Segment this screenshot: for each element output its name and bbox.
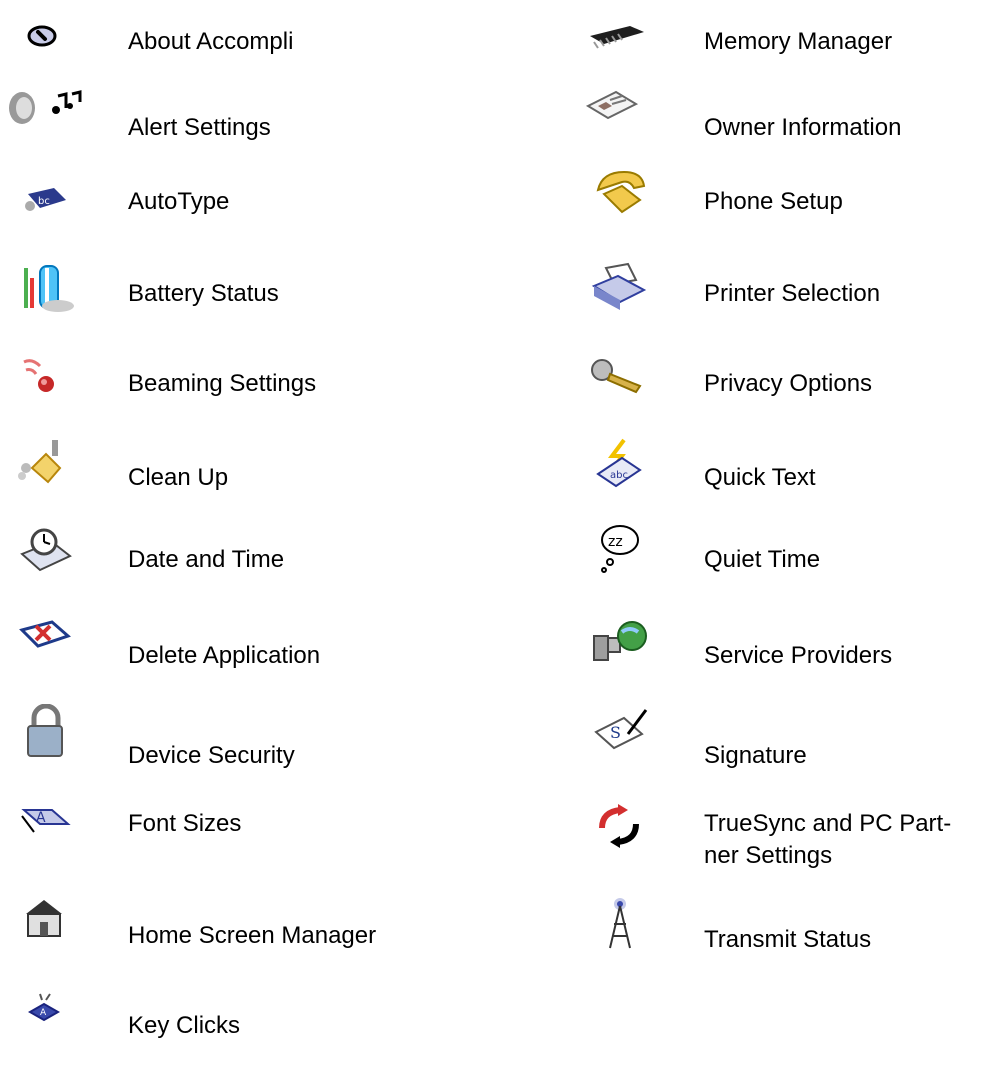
label-clean-up: Clean Up [128,464,229,491]
sync-arrows-icon [576,802,666,862]
svg-text:zz: zz [608,534,623,550]
label-truesync-settings: TrueSync and PC Part- ner Settings [704,810,952,869]
label-owner-information: Owner Information [704,114,902,141]
label-alert-settings: Alert Settings [128,114,271,141]
label-transmit-status: Transmit Status [704,926,872,953]
keys-icon [576,352,666,412]
font-size-icon: A [0,806,90,866]
svg-text:abc: abc [610,470,628,481]
svg-text:A: A [36,810,46,826]
label-about-accompli: About Accompli [128,28,294,55]
label-quick-text: Quick Text [704,464,816,491]
label-privacy-options: Privacy Options [704,370,873,397]
info-icon [0,24,90,84]
svg-text:S: S [610,723,621,742]
house-icon [0,896,90,956]
broom-icon [0,438,90,498]
battery-icon [0,262,90,322]
svg-text:bc: bc [38,196,50,207]
label-autotype: AutoType [128,188,230,215]
label-beaming-settings: Beaming Settings [128,370,317,397]
delete-app-icon [0,618,90,678]
label-delete-application: Delete Application [128,642,321,669]
antenna-tower-icon [576,896,666,956]
label-phone-setup: Phone Setup [704,188,843,215]
printer-icon [576,262,666,322]
label-signature: Signature [704,742,807,769]
phone-icon [576,166,666,226]
quick-text-icon: abc [576,438,666,498]
label-device-security: Device Security [128,742,295,769]
sleep-bubble-icon: zz [576,522,666,582]
label-home-screen-manager: Home Screen Manager [128,922,377,949]
computer-globe-icon [576,618,666,678]
memory-chip-icon [576,24,666,84]
label-printer-selection: Printer Selection [704,280,881,307]
label-key-clicks: Key Clicks [128,1012,241,1039]
label-font-sizes: Font Sizes [128,810,242,837]
id-card-icon [576,88,666,148]
label-date-and-time: Date and Time [128,546,285,573]
signature-icon: S [576,704,666,764]
autotype-icon: bc [0,180,90,240]
clock-calendar-icon [0,522,90,582]
label-quiet-time: Quiet Time [704,546,821,573]
key-click-icon: A [0,990,90,1050]
label-service-providers: Service Providers [704,642,893,669]
label-memory-manager: Memory Manager [704,28,893,55]
beam-icon [0,352,90,412]
label-battery-status: Battery Status [128,280,279,307]
svg-text:A: A [40,1008,47,1018]
speaker-music-icon [0,88,90,148]
padlock-icon [0,704,90,764]
